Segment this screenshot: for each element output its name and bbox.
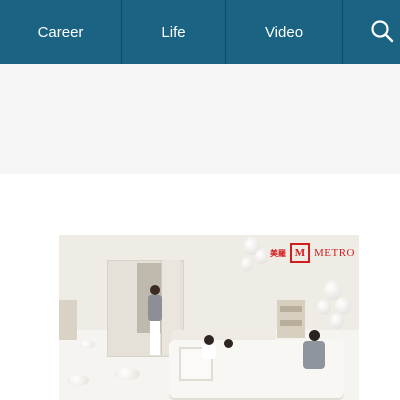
ad-shelf-left [59,300,77,340]
brand-chinese-name: 美羅 [270,248,286,258]
ad-child-body [202,345,216,359]
top-navigation-bar: Career Life Video [0,0,400,64]
ad-pillow [67,375,89,386]
ad-pillow [114,368,140,380]
nav-item-life[interactable]: Life [122,0,225,64]
nav-item-label: Career [37,23,84,41]
metro-brand-logo: 美羅 M METRO [270,243,355,263]
ad-man-figure [299,330,327,380]
nav-item-label: Video [264,23,304,41]
nav-divider [342,0,343,64]
ad-child-figure [204,335,214,345]
search-icon [371,20,394,43]
ad-balloon [255,249,268,264]
ad-balloon [241,257,253,271]
ad-child-figure [224,339,233,348]
ad-balloon [330,313,344,329]
metro-advertisement-image[interactable]: 美羅 M METRO [59,235,359,400]
brand-logo-mark: M [290,243,310,263]
brand-name: METRO [314,247,355,259]
search-button[interactable] [364,13,400,49]
nav-item-career[interactable]: Career [0,0,121,64]
nav-item-label: Life [161,23,186,41]
ad-woman-figure [147,285,163,357]
banner-placeholder [0,64,400,174]
ad-pillow [79,340,95,349]
ad-balloon [317,299,331,315]
nav-item-video[interactable]: Video [226,0,342,64]
